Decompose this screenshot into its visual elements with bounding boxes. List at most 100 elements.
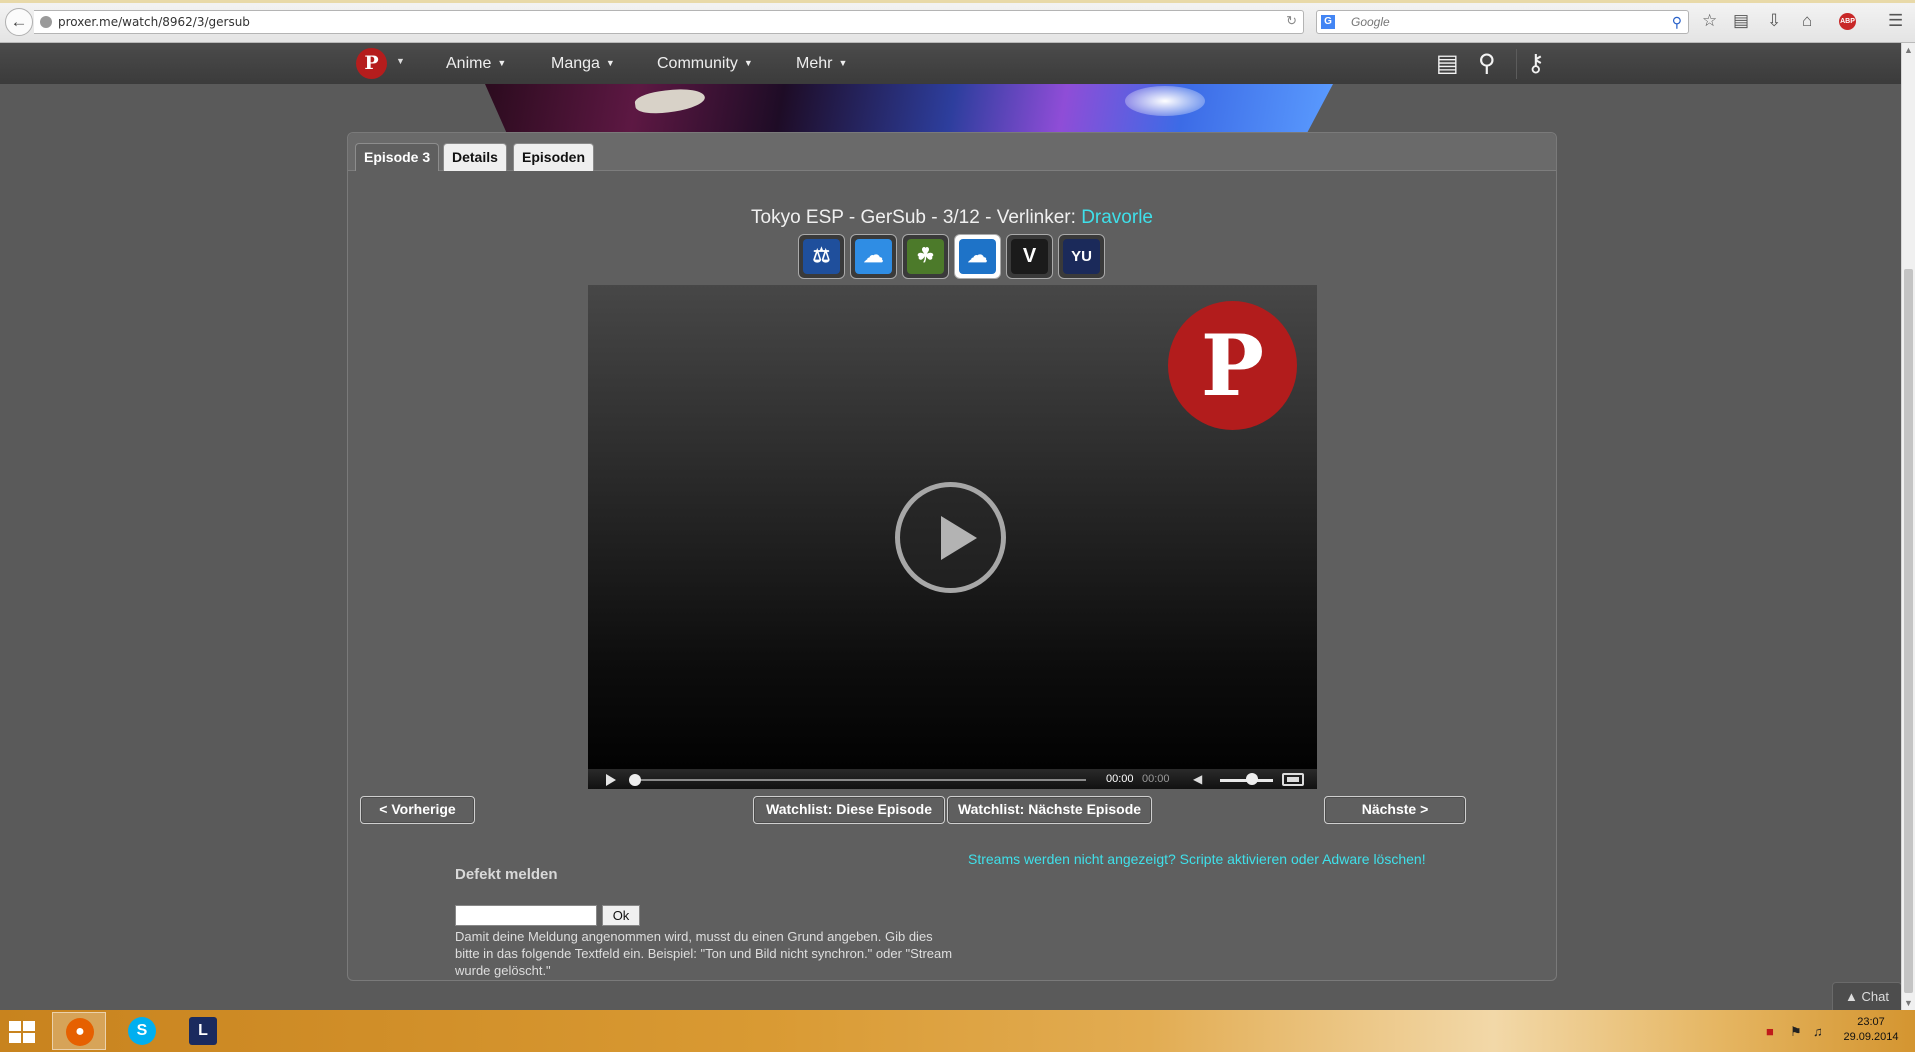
start-tile xyxy=(23,1021,35,1031)
header-banner xyxy=(485,84,1333,132)
site-identity-icon[interactable] xyxy=(40,16,52,28)
report-title: Defekt melden xyxy=(455,866,558,883)
video-title: Tokyo ESP - GerSub - 3/12 - Verlinker: D… xyxy=(348,207,1556,229)
scroll-down-icon[interactable]: ▼ xyxy=(1904,998,1913,1008)
search-icon[interactable]: ⚲ xyxy=(1672,14,1682,31)
scroll-thumb[interactable] xyxy=(1904,269,1913,993)
nav-mehr-label: Mehr xyxy=(796,55,833,72)
address-bar-url[interactable]: proxer.me/watch/8962/3/gersub xyxy=(58,15,250,29)
windows-start-icon[interactable] xyxy=(9,1021,37,1045)
banner-art xyxy=(633,85,707,117)
nav-manga[interactable]: Manga ▼ xyxy=(551,55,615,73)
tab-episode[interactable]: Episode 3 xyxy=(355,143,440,171)
page-scrollbar[interactable]: ▲ ▼ xyxy=(1901,43,1915,1010)
news-icon[interactable]: ▤ xyxy=(1436,51,1459,77)
search-icon[interactable]: ⚲ xyxy=(1478,51,1496,77)
host-f-logo-icon: YU xyxy=(1063,239,1100,274)
tab-episoden[interactable]: Episoden xyxy=(513,143,595,171)
seek-handle[interactable] xyxy=(629,774,641,786)
script-notice-link[interactable]: Streams werden nicht angezeigt? Scripte … xyxy=(968,851,1426,867)
chevron-down-icon[interactable]: ▼ xyxy=(396,56,405,66)
player-controls: 00:00 00:00 ◀ xyxy=(588,769,1317,789)
chevron-down-icon: ▼ xyxy=(838,58,848,68)
tab-details[interactable]: Details xyxy=(443,143,507,171)
nav-manga-label: Manga xyxy=(551,55,600,72)
skype-icon: S xyxy=(128,1017,156,1045)
volume-handle[interactable] xyxy=(1245,773,1258,785)
windows-taskbar: ● S L xyxy=(0,1010,1915,1052)
next-episode-button[interactable]: Nächste > xyxy=(1324,796,1466,824)
play-button[interactable] xyxy=(606,774,616,786)
menu-icon[interactable]: ☰ xyxy=(1888,12,1903,30)
proxer-logo[interactable]: P xyxy=(356,48,387,79)
host-c-logo-icon: ☘ xyxy=(907,239,944,274)
video-player[interactable]: P 00:00 00:00 ◀ xyxy=(588,285,1317,789)
watchlist-this-button[interactable]: Watchlist: Diese Episode xyxy=(753,796,945,824)
proxer-watermark: P xyxy=(1168,301,1297,430)
stream-host-host-d-button[interactable]: ☁ xyxy=(954,234,1001,279)
nav-anime[interactable]: Anime ▼ xyxy=(446,55,506,73)
content-panel: Episode 3 Details Episoden Tokyo ESP - G… xyxy=(347,132,1557,981)
bookmark-star-icon[interactable]: ☆ xyxy=(1702,12,1717,30)
stream-host-host-b-button[interactable]: ☁ xyxy=(850,234,897,279)
tray-app-icon[interactable]: ■ xyxy=(1766,1024,1774,1039)
chevron-down-icon: ▼ xyxy=(497,58,507,68)
browser-search-field[interactable]: G Google ⚲ xyxy=(1316,10,1689,34)
previous-episode-button[interactable]: < Vorherige xyxy=(360,796,475,824)
bookmarks-list-icon[interactable]: ▤ xyxy=(1733,12,1749,30)
stream-host-host-c-button[interactable]: ☘ xyxy=(902,234,949,279)
stream-host-host-e-button[interactable]: V xyxy=(1006,234,1053,279)
adblock-icon[interactable]: ABP xyxy=(1839,13,1856,30)
taskbar-skype[interactable]: S xyxy=(115,1012,169,1050)
volume-icon[interactable]: ◀ xyxy=(1193,772,1202,786)
host-a-logo-icon: ⚖ xyxy=(803,239,840,274)
seek-bar[interactable] xyxy=(634,779,1086,781)
nav-mehr[interactable]: Mehr ▼ xyxy=(796,55,847,73)
site-navigation: P ▼ Anime ▼ Manga ▼ Community ▼ Mehr ▼ ▤ ⚲ ⚷ xyxy=(0,43,1915,84)
tab-bar: Episode 3 Details Episoden xyxy=(348,133,1556,171)
report-submit-button[interactable]: Ok xyxy=(602,905,640,926)
download-icon[interactable]: ⇩ xyxy=(1767,12,1781,30)
reload-icon[interactable]: ↻ xyxy=(1286,13,1297,29)
firefox-icon: ● xyxy=(66,1018,94,1046)
back-button[interactable]: ← xyxy=(5,8,33,36)
google-engine-icon[interactable]: G xyxy=(1321,15,1335,29)
start-tile xyxy=(9,1033,21,1043)
scroll-up-icon[interactable]: ▲ xyxy=(1904,45,1913,55)
address-bar[interactable]: proxer.me/watch/8962/3/gersub ↻ xyxy=(34,10,1304,34)
start-tile xyxy=(9,1021,21,1031)
chat-toggle[interactable]: ▲ Chat xyxy=(1832,982,1902,1010)
stream-host-host-a-button[interactable]: ⚖ xyxy=(798,234,845,279)
report-reason-input[interactable] xyxy=(455,905,597,926)
clock-time: 23:07 xyxy=(1857,1016,1885,1028)
uploader-link[interactable]: Dravorle xyxy=(1081,207,1153,228)
host-e-logo-icon: V xyxy=(1011,239,1048,274)
duration: 00:00 xyxy=(1142,773,1170,785)
action-center-flag-icon[interactable]: ⚑ xyxy=(1790,1024,1802,1040)
watchlist-next-button[interactable]: Watchlist: Nächste Episode xyxy=(947,796,1152,824)
search-placeholder: Google xyxy=(1351,15,1390,29)
speaker-icon[interactable]: ♫ xyxy=(1813,1024,1823,1039)
taskbar-firefox[interactable]: ● xyxy=(52,1012,106,1050)
nav-anime-label: Anime xyxy=(446,55,492,72)
back-arrow-icon: ← xyxy=(10,12,28,31)
host-d-logo-icon: ☁ xyxy=(959,239,996,274)
taskbar-league-of-legends[interactable]: L xyxy=(176,1012,230,1050)
video-title-text: Tokyo ESP - GerSub - 3/12 - Verlinker: xyxy=(751,207,1082,228)
browser-toolbar: ← proxer.me/watch/8962/3/gersub ↻ G Goog… xyxy=(0,0,1915,43)
chevron-down-icon: ▼ xyxy=(743,58,753,68)
report-hint-text: Damit deine Meldung angenommen wird, mus… xyxy=(455,929,953,978)
play-icon[interactable] xyxy=(895,482,1006,593)
login-key-icon[interactable]: ⚷ xyxy=(1527,51,1545,77)
taskbar-clock[interactable]: 23:07 29.09.2014 xyxy=(1826,1015,1915,1045)
tab-strip-edge xyxy=(0,0,1915,3)
nav-community[interactable]: Community ▼ xyxy=(657,55,753,73)
stream-host-host-f-button[interactable]: YU xyxy=(1058,234,1105,279)
banner-glow xyxy=(1125,86,1205,116)
nav-community-label: Community xyxy=(657,55,738,72)
home-icon[interactable]: ⌂ xyxy=(1802,12,1812,30)
fullscreen-icon[interactable] xyxy=(1282,773,1304,786)
clock-date: 29.09.2014 xyxy=(1843,1031,1899,1043)
league-of-legends-icon: L xyxy=(189,1017,217,1045)
nav-divider xyxy=(1516,49,1517,79)
